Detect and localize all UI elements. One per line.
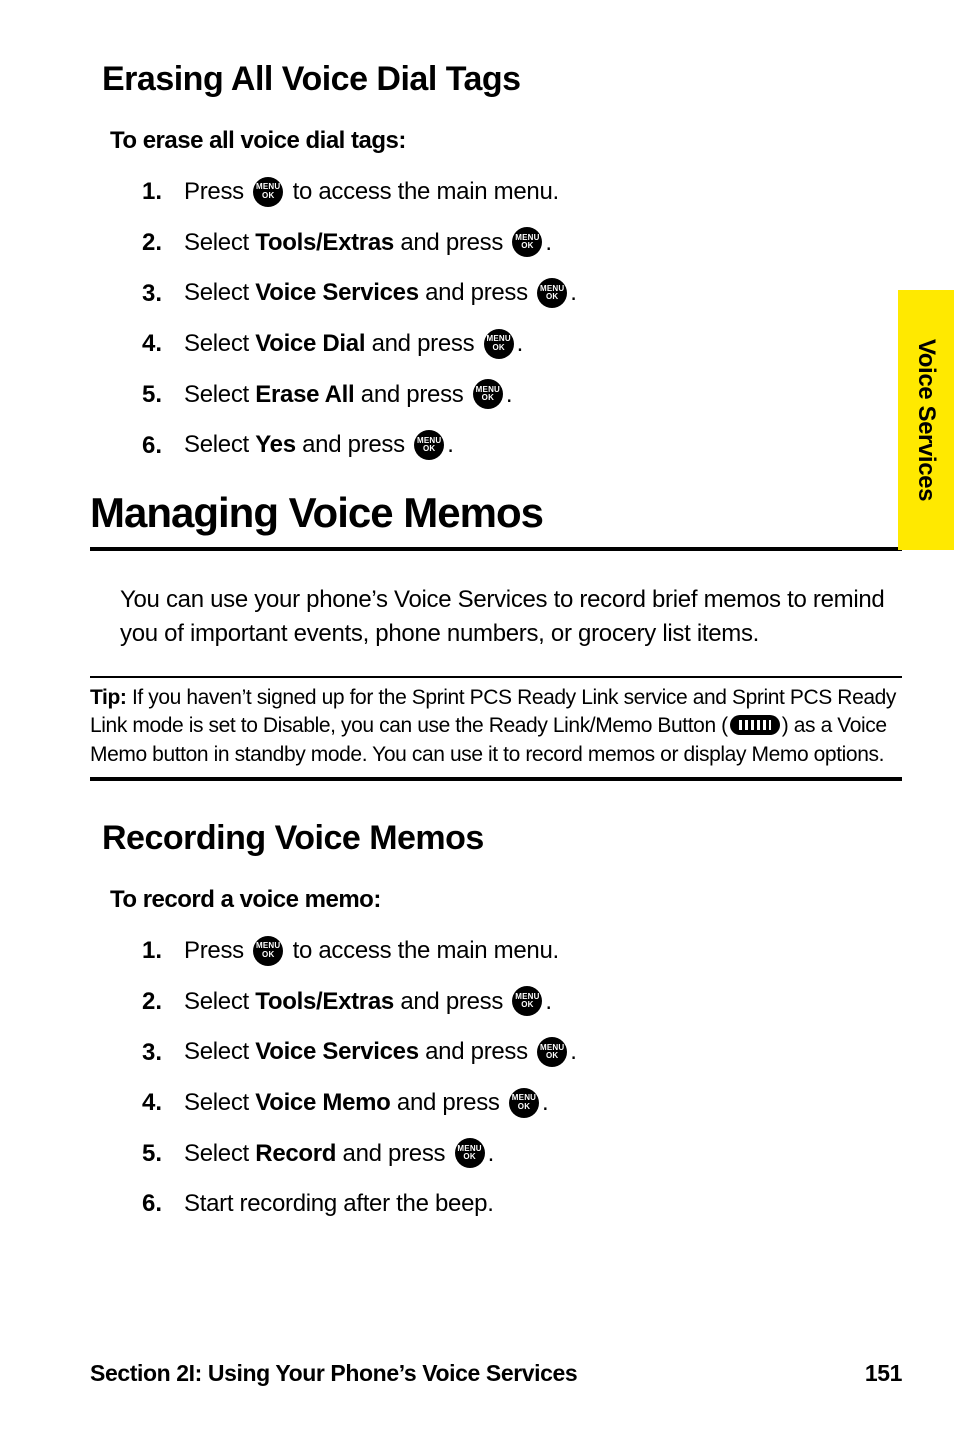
menu-ok-icon: MENUOK xyxy=(509,1088,539,1118)
menu-ok-icon: MENUOK xyxy=(512,227,542,257)
step-number: 5. xyxy=(118,1139,162,1169)
footer-section-title: Section 2I: Using Your Phone’s Voice Ser… xyxy=(90,1360,577,1387)
step-number: 2. xyxy=(118,228,162,258)
step-text: Press MENUOK to access the main menu. xyxy=(184,936,559,967)
menu-ok-icon: MENUOK xyxy=(253,177,283,207)
subtitle-erasing-tags: To erase all voice dial tags: xyxy=(110,127,902,155)
list-item: 5. Select Record and press MENUOK. xyxy=(118,1139,902,1170)
step-number: 3. xyxy=(118,279,162,309)
step-number: 1. xyxy=(118,936,162,966)
steps-recording: 1. Press MENUOK to access the main menu.… xyxy=(118,936,902,1219)
menu-ok-icon: MENUOK xyxy=(537,1037,567,1067)
page-footer: Section 2I: Using Your Phone’s Voice Ser… xyxy=(90,1360,902,1387)
step-number: 6. xyxy=(118,431,162,461)
divider xyxy=(90,547,902,551)
step-number: 3. xyxy=(118,1038,162,1068)
step-number: 4. xyxy=(118,1088,162,1118)
tip-text: Tip: If you haven’t signed up for the Sp… xyxy=(90,684,902,769)
step-text: Select Yes and press MENUOK. xyxy=(184,430,454,461)
step-number: 1. xyxy=(118,177,162,207)
menu-ok-icon: MENUOK xyxy=(484,329,514,359)
step-text: Select Erase All and press MENUOK. xyxy=(184,380,512,411)
divider xyxy=(90,676,902,678)
step-number: 2. xyxy=(118,987,162,1017)
list-item: 2. Select Tools/Extras and press MENUOK. xyxy=(118,987,902,1018)
page: Erasing All Voice Dial Tags To erase all… xyxy=(0,0,954,1431)
tip-block: Tip: If you haven’t signed up for the Sp… xyxy=(90,676,902,781)
menu-ok-icon: MENUOK xyxy=(512,986,542,1016)
list-item: 6. Start recording after the beep. xyxy=(118,1189,902,1219)
list-item: 1. Press MENUOK to access the main menu. xyxy=(118,177,902,208)
steps-erasing: 1. Press MENUOK to access the main menu.… xyxy=(118,177,902,461)
step-text: Press MENUOK to access the main menu. xyxy=(184,177,559,208)
step-text: Select Voice Dial and press MENUOK. xyxy=(184,329,523,360)
page-number: 151 xyxy=(865,1360,902,1387)
list-item: 3. Select Voice Services and press MENUO… xyxy=(118,278,902,309)
list-item: 1. Press MENUOK to access the main menu. xyxy=(118,936,902,967)
step-number: 4. xyxy=(118,329,162,359)
list-item: 2. Select Tools/Extras and press MENUOK. xyxy=(118,228,902,259)
side-tab-label: Voice Services xyxy=(912,339,940,501)
heading-erasing-tags: Erasing All Voice Dial Tags xyxy=(102,60,902,99)
step-text: Select Record and press MENUOK. xyxy=(184,1139,494,1170)
menu-ok-icon: MENUOK xyxy=(253,936,283,966)
tip-label: Tip: xyxy=(90,686,127,709)
menu-ok-icon: MENUOK xyxy=(414,430,444,460)
step-text: Select Voice Services and press MENUOK. xyxy=(184,278,577,309)
menu-ok-icon: MENUOK xyxy=(473,379,503,409)
step-number: 6. xyxy=(118,1189,162,1219)
body-paragraph: You can use your phone’s Voice Services … xyxy=(120,583,902,650)
step-text: Select Voice Memo and press MENUOK. xyxy=(184,1088,548,1119)
step-text: Select Voice Services and press MENUOK. xyxy=(184,1037,577,1068)
divider xyxy=(90,777,902,781)
link-memo-button-icon xyxy=(730,715,780,735)
step-text: Start recording after the beep. xyxy=(184,1189,494,1219)
heading-managing-voice-memos: Managing Voice Memos xyxy=(90,489,902,537)
list-item: 4. Select Voice Dial and press MENUOK. xyxy=(118,329,902,360)
menu-ok-icon: MENUOK xyxy=(455,1138,485,1168)
list-item: 6. Select Yes and press MENUOK. xyxy=(118,430,902,461)
heading-recording-voice-memos: Recording Voice Memos xyxy=(102,819,902,858)
step-text: Select Tools/Extras and press MENUOK. xyxy=(184,228,552,259)
list-item: 4. Select Voice Memo and press MENUOK. xyxy=(118,1088,902,1119)
step-number: 5. xyxy=(118,380,162,410)
subtitle-recording: To record a voice memo: xyxy=(110,886,902,914)
list-item: 3. Select Voice Services and press MENUO… xyxy=(118,1037,902,1068)
side-tab: Voice Services xyxy=(898,290,954,550)
step-text: Select Tools/Extras and press MENUOK. xyxy=(184,987,552,1018)
menu-ok-icon: MENUOK xyxy=(537,278,567,308)
list-item: 5. Select Erase All and press MENUOK. xyxy=(118,380,902,411)
